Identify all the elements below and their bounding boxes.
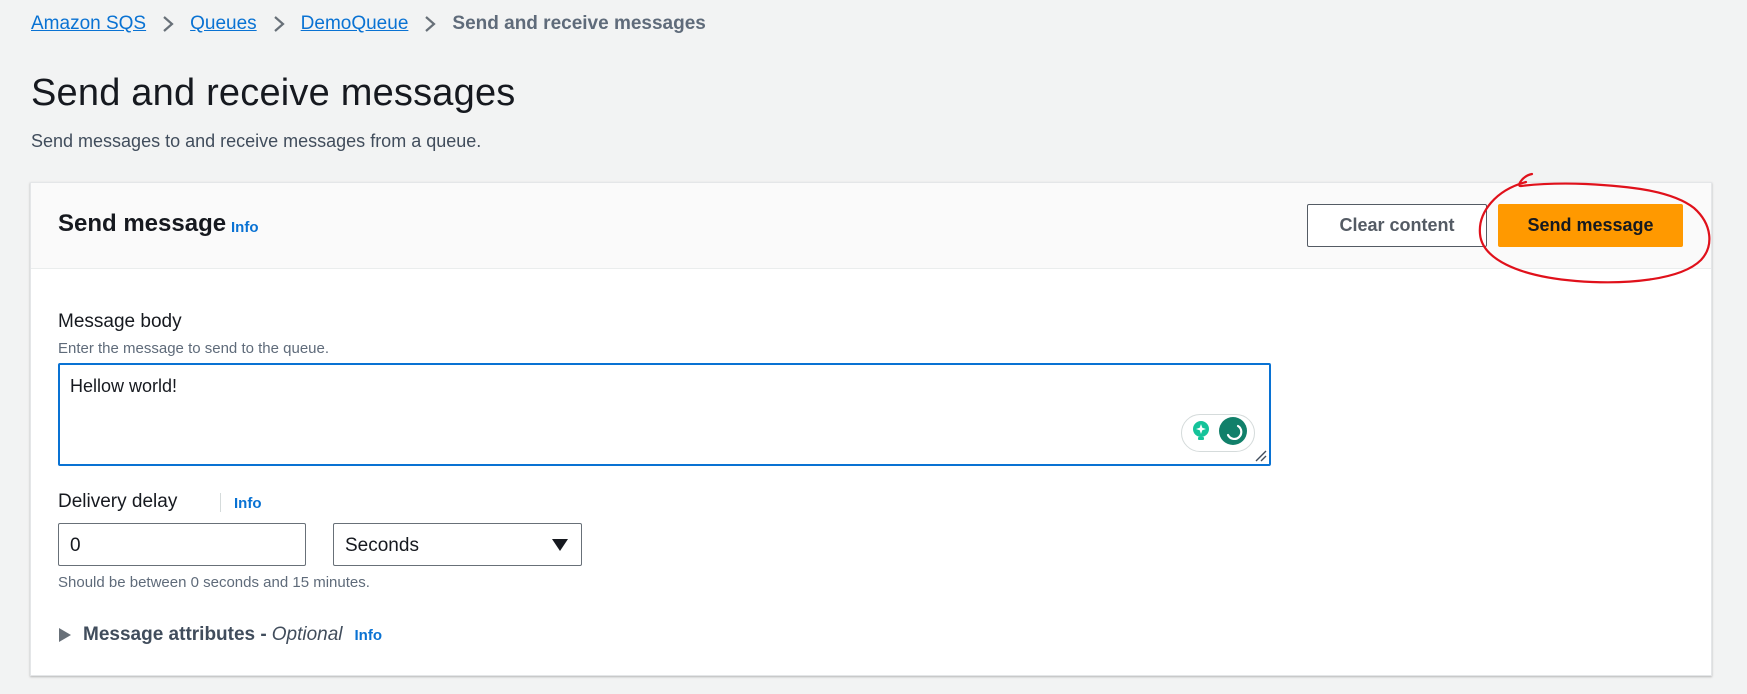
delivery-delay-unit-select[interactable]: Seconds [333,523,582,566]
clear-content-button[interactable]: Clear content [1307,204,1487,247]
writing-assistant-widget[interactable] [1181,414,1255,452]
caret-down-icon [552,539,568,551]
send-message-panel: Send message Info Clear content Send mes… [30,182,1712,676]
send-message-info-link[interactable]: Info [231,219,259,236]
panel-header: Send message Info Clear content Send mes… [31,183,1711,269]
loading-spinner-icon [1218,416,1248,451]
breadcrumb-demoqueue[interactable]: DemoQueue [301,13,409,35]
page-description: Send messages to and receive messages fr… [31,131,482,151]
caret-right-icon [59,628,71,642]
delivery-delay-constraint: Should be between 0 seconds and 15 minut… [58,574,370,591]
lightbulb-icon[interactable] [1188,418,1214,449]
delivery-delay-unit-value: Seconds [345,535,419,556]
message-attributes-expander[interactable]: Message attributes - Optional Info [58,624,382,646]
message-attributes-label: Message attributes - [83,624,267,645]
delivery-delay-info-link[interactable]: Info [234,495,262,512]
message-body-textarea[interactable]: Hellow world! [58,363,1271,466]
delivery-delay-value: 0 [70,535,81,556]
breadcrumb-queues[interactable]: Queues [190,13,257,35]
resize-handle-icon[interactable] [1253,448,1267,462]
chevron-right-icon [146,15,190,33]
optional-label: Optional [271,624,343,645]
label-divider [220,493,221,512]
message-body-description: Enter the message to send to the queue. [58,340,330,357]
message-attributes-info-link[interactable]: Info [355,627,383,644]
page-title: Send and receive messages [31,72,516,114]
section-title: Send message [58,210,227,237]
breadcrumb-amazon-sqs[interactable]: Amazon SQS [31,13,146,35]
chevron-right-icon [408,15,452,33]
delivery-delay-input[interactable]: 0 [58,523,306,566]
breadcrumb-current: Send and receive messages [452,13,706,34]
breadcrumb: Amazon SQS Queues DemoQueue Send and rec… [31,13,706,35]
delivery-delay-label: Delivery delay [58,491,178,512]
message-body-value: Hellow world! [70,376,178,396]
message-body-label: Message body [58,311,182,332]
chevron-right-icon [257,15,301,33]
send-message-button[interactable]: Send message [1498,204,1683,247]
